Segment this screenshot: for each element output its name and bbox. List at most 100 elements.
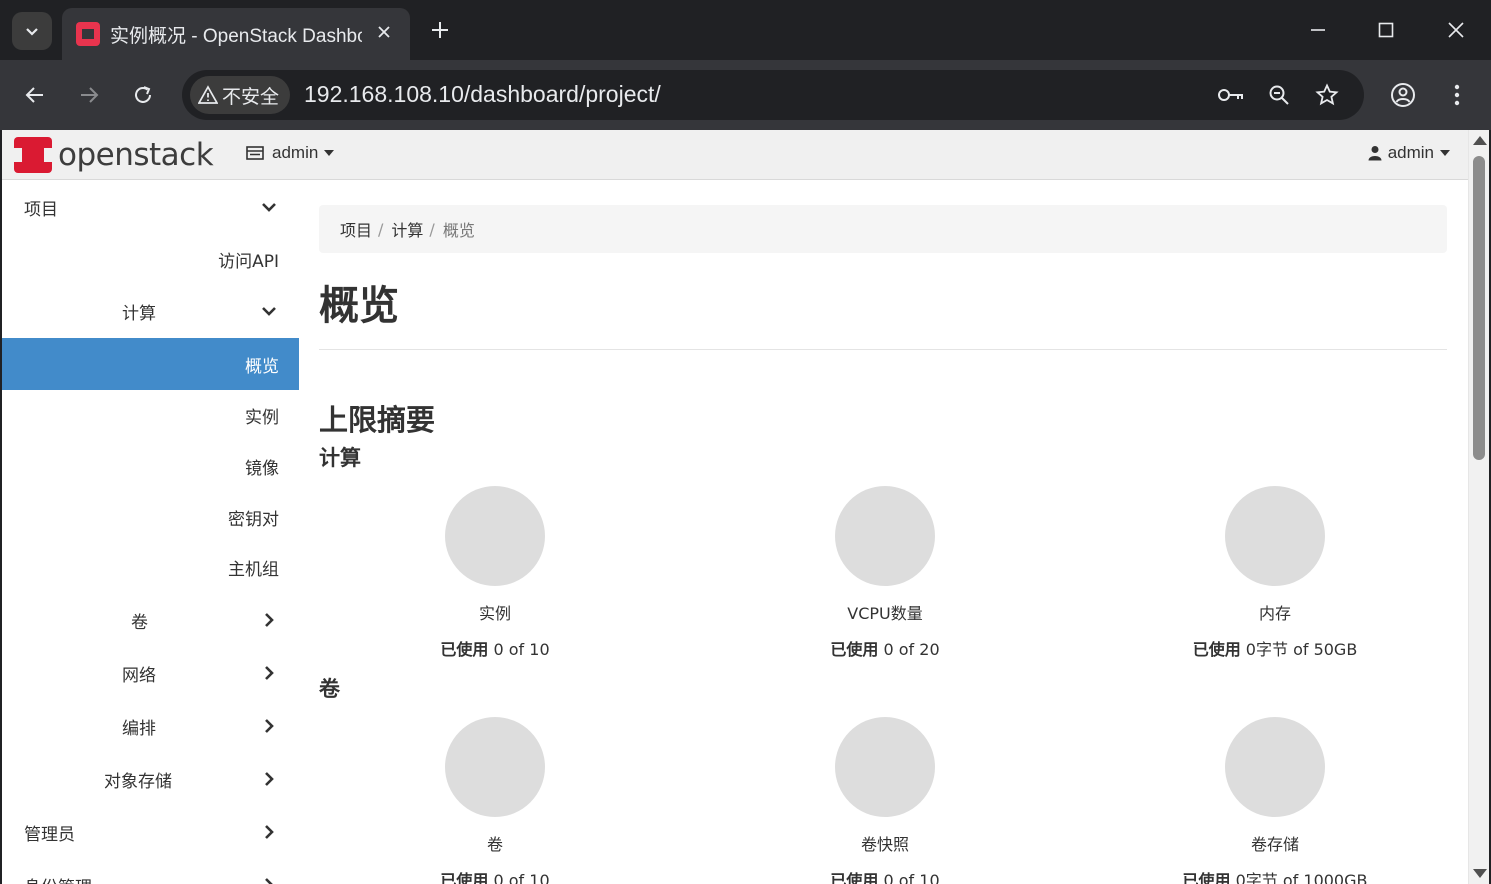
sidebar-item-label: 网络 [122,665,156,686]
sidebar-item-label: 对象存储 [104,771,172,792]
breadcrumb-separator: / [378,219,384,239]
scroll-down-arrow-icon[interactable] [1473,869,1487,878]
quota-usage-value: 0字节 of 50GB [1245,640,1358,659]
breadcrumb-project[interactable]: 项目 [340,217,372,241]
reload-button[interactable] [124,76,162,114]
logo-text: openstack [58,137,214,173]
breadcrumb-compute[interactable]: 计算 [391,217,423,241]
scroll-up-arrow-icon[interactable] [1473,136,1487,145]
quota-vcpus: VCPU数量 已使用 0 of 20 [765,486,1005,660]
back-button[interactable] [16,76,54,114]
sidebar-item-overview[interactable]: 概览 [2,338,299,390]
main-content: 项目 / 计算 / 概览 概览 上限摘要 计算 实例 已使用 0 of 10 V… [319,181,1447,884]
address-bar[interactable]: 不安全 192.168.108.10/dashboard/project/ [182,70,1364,120]
browser-menu-button[interactable] [1438,76,1476,114]
quota-ram: 内存 已使用 0字节 of 50GB [1155,486,1395,660]
quota-usage-value: 0 of 10 [493,871,550,884]
used-label: 已使用 [1192,640,1241,659]
openstack-logo[interactable]: openstack [14,137,214,173]
minimize-button[interactable] [1298,10,1338,50]
breadcrumb-separator: / [429,219,435,239]
sidebar-item-label: 管理员 [24,824,75,845]
usage-pie-chart [835,486,935,586]
sidebar-item-object-store[interactable]: 对象存储 [2,753,299,805]
maximize-button[interactable] [1366,10,1406,50]
usage-pie-chart [445,717,545,817]
forward-button[interactable] [70,76,108,114]
usage-pie-chart [835,717,935,817]
chevron-right-icon [260,611,278,629]
quota-volume-storage: 卷存储 已使用 0字节 of 1000GB [1155,717,1395,884]
breadcrumb-current: 概览 [442,221,475,240]
quota-usage: 已使用 0 of 10 [765,867,1005,884]
sidebar-item-label: 概览 [245,356,279,377]
sidebar-item-compute[interactable]: 计算 [2,285,299,337]
usage-pie-chart [1225,486,1325,586]
page-title: 概览 [319,283,399,329]
close-window-button[interactable] [1436,10,1476,50]
quota-name: 内存 [1258,604,1291,623]
minimize-icon [1311,29,1325,31]
quota-usage: 已使用 0 of 20 [765,636,1005,660]
quota-usage-value: 0字节 of 1000GB [1235,871,1368,884]
sidebar-item-project[interactable]: 项目 [2,181,299,233]
quota-usage: 已使用 0字节 of 50GB [1155,636,1395,660]
quota-instances: 实例 已使用 0 of 10 [375,486,615,660]
page-scrollbar[interactable] [1468,130,1489,884]
bookmark-star-icon[interactable] [1312,80,1342,110]
maximize-icon [1378,22,1394,38]
used-label: 已使用 [440,871,489,884]
sidebar-item-label: 主机组 [228,559,279,580]
plus-icon [432,22,448,38]
sidebar-item-identity[interactable]: 身份管理 [2,859,299,884]
sidebar-item-label: 访问API [218,251,279,272]
sidebar-item-images[interactable]: 镜像 [2,440,299,492]
quota-name: 卷快照 [860,835,909,854]
tab-search-button[interactable] [12,12,52,50]
sidebar-item-orchestration[interactable]: 编排 [2,700,299,752]
used-label: 已使用 [830,640,879,659]
project-name: admin [272,143,319,162]
user-dropdown[interactable]: admin [1368,143,1450,163]
sidebar-item-label: 项目 [24,199,58,220]
security-label: 不安全 [222,85,280,108]
zoom-icon[interactable] [1264,80,1294,110]
profile-button[interactable] [1384,76,1422,114]
security-chip[interactable]: 不安全 [190,76,290,114]
warning-icon [198,85,218,104]
user-icon [1368,146,1382,161]
close-icon [1448,22,1464,38]
quota-usage-value: 0 of 20 [883,640,940,659]
section-heading-compute: 计算 [319,446,361,470]
arrow-right-icon [81,87,99,103]
sidebar-item-admin[interactable]: 管理员 [2,806,299,858]
close-tab-icon[interactable] [372,20,396,44]
quota-usage-value: 0 of 10 [493,640,550,659]
chevron-down-icon [260,302,278,320]
reload-icon [135,86,151,103]
url-text[interactable]: 192.168.108.10/dashboard/project/ [304,81,661,108]
sidebar-item-network[interactable]: 网络 [2,647,299,699]
quota-usage: 已使用 0 of 10 [375,636,615,660]
chevron-right-icon [260,823,278,841]
chevron-down-icon [260,198,278,216]
sidebar-item-server-groups[interactable]: 主机组 [2,541,299,593]
browser-toolbar: 不安全 192.168.108.10/dashboard/project/ [0,60,1491,130]
browser-tab-active[interactable]: 实例概况 - OpenStack Dashboard [62,8,410,60]
chevron-right-icon [260,770,278,788]
quota-volume-snapshots: 卷快照 已使用 0 of 10 [765,717,1005,884]
quota-name: VCPU数量 [847,604,923,623]
sidebar-item-instances[interactable]: 实例 [2,389,299,441]
scrollbar-thumb[interactable] [1473,156,1485,460]
sidebar-item-key-pairs[interactable]: 密钥对 [2,491,299,543]
sidebar-item-api-access[interactable]: 访问API [2,233,299,285]
sidebar-item-volumes[interactable]: 卷 [2,594,299,646]
usage-pie-chart [1225,717,1325,817]
sidebar-item-label: 卷 [131,612,148,633]
new-tab-button[interactable] [424,14,456,46]
arrow-left-icon [25,87,43,103]
project-dropdown[interactable]: admin [246,143,335,163]
tab-title: 实例概况 - OpenStack Dashboard [110,25,362,47]
used-label: 已使用 [1182,871,1231,884]
password-key-icon[interactable] [1216,80,1246,110]
